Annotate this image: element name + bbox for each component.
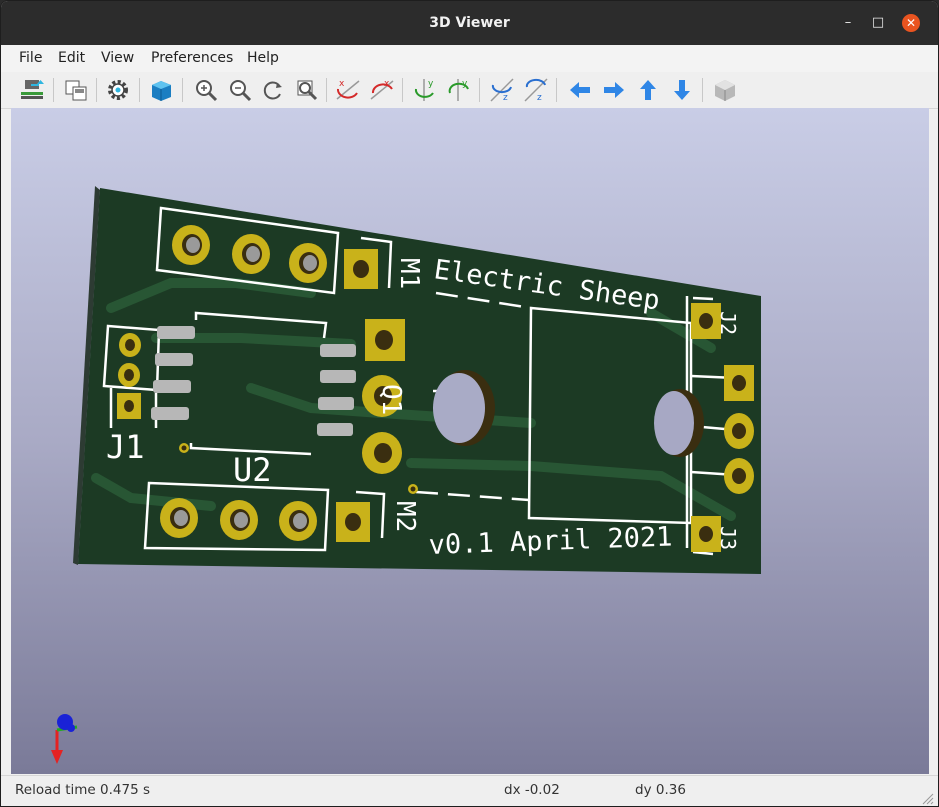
toolbar-separator <box>96 78 97 102</box>
move-right-icon <box>604 82 624 98</box>
rotate-y-cw-button[interactable]: y <box>410 75 440 105</box>
rotate-x-ccw-button[interactable]: x <box>367 75 397 105</box>
toolbar-separator <box>402 78 403 102</box>
3d-viewport[interactable]: Electric Sheep v0.1 April 2021 J1 U2 Q1 … <box>11 108 929 774</box>
zoom-fit-button[interactable] <box>292 75 322 105</box>
svg-text:z: z <box>503 93 508 103</box>
dy-status: dy 0.36 <box>635 782 686 798</box>
toolbar-separator <box>182 78 183 102</box>
menu-view[interactable]: View <box>101 50 134 66</box>
minimize-button[interactable]: – <box>839 14 857 32</box>
move-left-icon <box>570 82 590 98</box>
raytrace-cube-icon <box>152 81 171 101</box>
silk-q1: Q1 <box>376 384 406 415</box>
move-right-button[interactable] <box>599 75 629 105</box>
menu-file[interactable]: File <box>19 50 42 66</box>
close-button[interactable]: ✕ <box>902 14 920 32</box>
toolbar-separator <box>556 78 557 102</box>
axis-indicator <box>51 714 78 764</box>
move-down-button[interactable] <box>667 75 697 105</box>
menu-edit[interactable]: Edit <box>58 50 85 66</box>
move-left-button[interactable] <box>565 75 595 105</box>
toolbar-separator <box>702 78 703 102</box>
copy-image-button[interactable] <box>61 75 91 105</box>
rotate-y-cw-icon: y <box>414 79 434 101</box>
toolbar-separator <box>139 78 140 102</box>
rotate-z-cw-icon: z <box>490 78 514 103</box>
app-window: 3D Viewer – □ ✕ File Edit View Preferenc… <box>0 0 939 807</box>
silk-j3: J3 <box>716 526 740 550</box>
mounting-hole-through <box>654 391 694 455</box>
title-bar[interactable]: 3D Viewer – □ ✕ <box>1 1 938 45</box>
orthographic-cube-icon <box>715 80 735 101</box>
rotate-z-ccw-button[interactable]: z <box>521 75 551 105</box>
rotate-z-ccw-icon: z <box>524 78 548 103</box>
rotate-y-ccw-button[interactable]: y <box>444 75 474 105</box>
rotate-x-cw-button[interactable]: x <box>333 75 363 105</box>
zoom-in-icon <box>196 80 218 102</box>
move-up-icon <box>640 80 656 100</box>
menu-preferences[interactable]: Preferences <box>151 50 233 66</box>
mounting-hole-through <box>433 373 485 443</box>
svg-text:z: z <box>537 93 542 103</box>
orthographic-button[interactable] <box>710 75 740 105</box>
status-bar: Reload time 0.475 s dx -0.02 dy 0.36 <box>1 775 938 806</box>
resize-grip-icon[interactable] <box>920 791 934 805</box>
maximize-button[interactable]: □ <box>869 14 887 32</box>
toolbar-separator <box>479 78 480 102</box>
refresh-view-button[interactable] <box>258 75 288 105</box>
copy-image-icon <box>65 80 87 101</box>
silk-u2: U2 <box>233 451 272 489</box>
reload-board-icon <box>21 80 44 99</box>
zoom-out-icon <box>230 80 252 102</box>
raytrace-button[interactable] <box>146 75 176 105</box>
move-up-button[interactable] <box>633 75 663 105</box>
toolbar-separator <box>53 78 54 102</box>
reload-time-status: Reload time 0.475 s <box>15 782 150 798</box>
svg-text:y: y <box>428 79 434 89</box>
svg-text:x: x <box>339 79 345 89</box>
reload-board-button[interactable] <box>17 75 47 105</box>
rotate-y-ccw-icon: y <box>448 79 469 101</box>
rotate-x-cw-icon: x <box>336 79 360 100</box>
rotate-x-ccw-icon: x <box>370 79 394 100</box>
svg-text:y: y <box>462 79 468 89</box>
zoom-in-button[interactable] <box>191 75 221 105</box>
settings-button[interactable] <box>103 75 133 105</box>
window-title: 3D Viewer <box>429 15 510 31</box>
silk-j1: J1 <box>106 428 145 466</box>
dx-status: dx -0.02 <box>504 782 560 798</box>
silk-m1: M1 <box>394 258 424 289</box>
menu-help[interactable]: Help <box>247 50 279 66</box>
toolbar-separator <box>326 78 327 102</box>
silk-j2: J2 <box>716 311 740 335</box>
menu-bar: File Edit View Preferences Help <box>1 45 938 72</box>
zoom-out-button[interactable] <box>225 75 255 105</box>
refresh-view-icon <box>263 81 282 100</box>
svg-text:x: x <box>384 79 390 89</box>
pcb-board-render: Electric Sheep v0.1 April 2021 J1 U2 Q1 … <box>51 186 761 764</box>
settings-gear-icon <box>108 80 128 100</box>
rotate-z-cw-button[interactable]: z <box>487 75 517 105</box>
zoom-fit-icon <box>297 80 318 101</box>
move-down-icon <box>674 80 690 100</box>
toolbar: x x y y z z <box>1 72 938 109</box>
silk-m2: M2 <box>390 501 420 532</box>
